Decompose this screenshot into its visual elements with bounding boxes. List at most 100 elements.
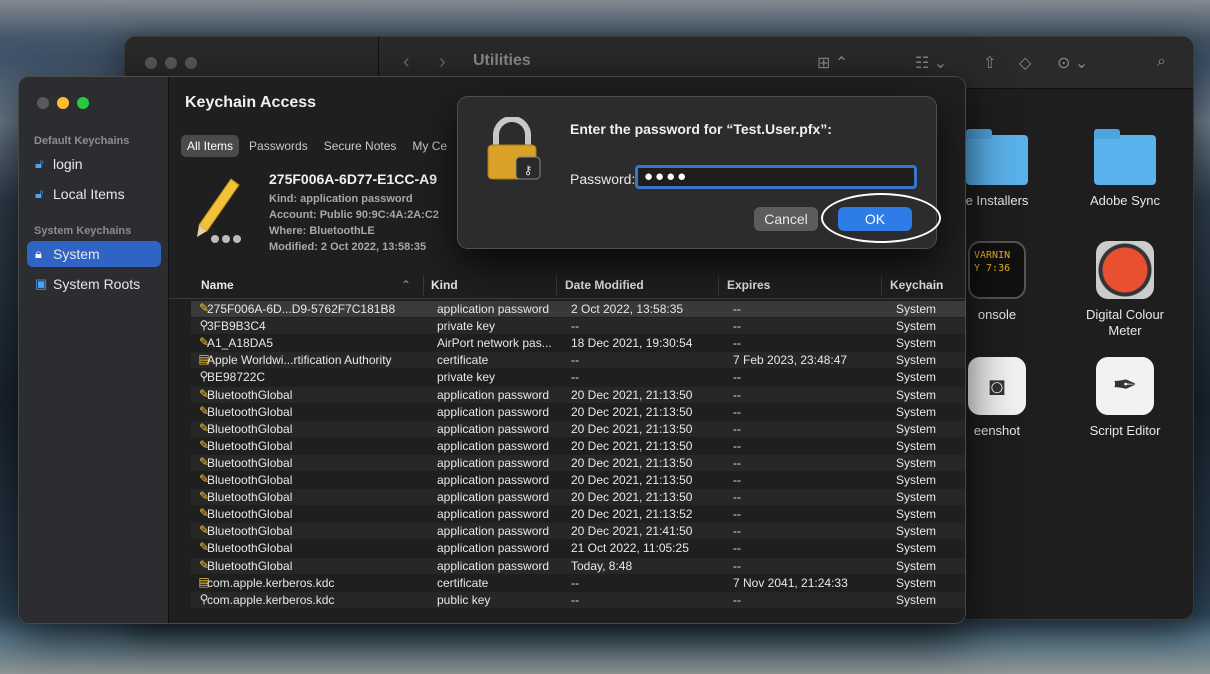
cell-keychain: System bbox=[896, 490, 937, 505]
cell-keychain: System bbox=[896, 302, 937, 316]
cell-date: 20 Dec 2021, 21:13:50 bbox=[571, 387, 693, 402]
cell-date: 20 Dec 2021, 21:13:50 bbox=[571, 473, 693, 487]
tab-all-items[interactable]: All Items bbox=[181, 135, 240, 157]
kc-close-button[interactable] bbox=[37, 97, 49, 109]
cell-kind: application password bbox=[437, 455, 550, 470]
tab-secure-notes[interactable]: Secure Notes bbox=[318, 135, 403, 157]
cell-name: BluetoothGlobal bbox=[207, 404, 293, 419]
cell-kind: public key bbox=[437, 592, 491, 607]
search-icon[interactable]: ⌕ bbox=[1157, 53, 1166, 71]
table-row[interactable]: ▤ Apple Worldwi...rtification Authority ce… bbox=[191, 352, 965, 369]
app-script-editor[interactable]: ✒ Script Editor bbox=[1065, 357, 1185, 439]
table-row[interactable]: ✎ BluetoothGlobal application password 20 D… bbox=[191, 420, 965, 437]
folder-icon bbox=[966, 129, 1028, 185]
finder-title: Utilities bbox=[473, 52, 531, 69]
cell-expires: -- bbox=[733, 490, 741, 505]
table-row[interactable]: ⚲ 3FB9B3C4 private key -- -- System bbox=[191, 318, 965, 335]
system-keychains-header: System Keychains bbox=[34, 225, 132, 237]
finder-zoom-button[interactable] bbox=[185, 57, 197, 69]
table-row[interactable]: ✎ A1_A18DA5 AirPort network pas... 18 Dec 2… bbox=[191, 335, 965, 351]
folder-icon bbox=[1094, 129, 1156, 185]
tab-passwords[interactable]: Passwords bbox=[243, 135, 314, 157]
table-row[interactable]: ✎ BluetoothGlobal application password 20 D… bbox=[191, 489, 965, 506]
sidebar-item-local-items[interactable]: 🔓︎ Local Items bbox=[27, 181, 161, 207]
column-divider[interactable] bbox=[423, 275, 424, 295]
table-row[interactable]: ⚲ BE98722C private key -- -- System bbox=[191, 369, 965, 385]
script-editor-icon: ✒ bbox=[1096, 357, 1154, 415]
column-keychain[interactable]: Keychain bbox=[890, 278, 943, 292]
console-icon: VARNIN Y 7:36 bbox=[968, 241, 1026, 299]
column-name[interactable]: Name bbox=[201, 278, 234, 292]
column-kind[interactable]: Kind bbox=[431, 278, 458, 292]
cell-date: -- bbox=[571, 575, 579, 590]
lock-icon: 🔒︎ bbox=[35, 246, 42, 261]
app-digital-colour-meter[interactable]: Digital Colour Meter bbox=[1065, 241, 1185, 339]
cell-kind: application password bbox=[437, 524, 550, 539]
cell-date: -- bbox=[571, 353, 579, 368]
table-row[interactable]: ✎ BluetoothGlobal application password Toda… bbox=[191, 557, 965, 574]
cell-kind: certificate bbox=[437, 353, 489, 368]
cabinet-icon: ▣ bbox=[35, 276, 48, 291]
app-adobe-sync[interactable]: Adobe Sync bbox=[1065, 129, 1185, 209]
group-icon[interactable]: ☷ ⌄ bbox=[915, 53, 947, 73]
cell-name: BluetoothGlobal bbox=[207, 473, 293, 487]
share-icon[interactable]: ⇧ bbox=[983, 53, 996, 73]
ok-highlight-annotation bbox=[821, 193, 941, 243]
table-row[interactable]: ✎ 275F006A-6D...D9-5762F7C181B8 applicatio… bbox=[191, 301, 965, 317]
sort-chevron-icon[interactable]: ⌃ bbox=[401, 278, 411, 292]
cell-name: BluetoothGlobal bbox=[207, 490, 293, 505]
column-date-modified[interactable]: Date Modified bbox=[565, 278, 644, 292]
cell-kind: application password bbox=[437, 404, 550, 419]
view-grid-icon[interactable]: ⊞ ⌃ bbox=[817, 53, 848, 73]
tab-my-certificates[interactable]: My Ce bbox=[406, 135, 453, 157]
column-divider[interactable] bbox=[556, 275, 557, 295]
cell-date: 20 Dec 2021, 21:41:50 bbox=[571, 524, 693, 539]
sidebar-item-system-roots[interactable]: ▣ System Roots bbox=[27, 271, 161, 297]
cell-kind: application password bbox=[437, 421, 550, 436]
cell-keychain: System bbox=[896, 336, 937, 351]
table-row[interactable]: ✎ BluetoothGlobal application password 20 D… bbox=[191, 523, 965, 540]
more-actions-icon[interactable]: ⊙ ⌄ bbox=[1057, 53, 1088, 73]
cell-kind: application password bbox=[437, 438, 550, 453]
column-divider[interactable] bbox=[881, 275, 882, 295]
cell-kind: application password bbox=[437, 387, 550, 402]
table-row[interactable]: ✎ BluetoothGlobal application password 20 D… bbox=[191, 506, 965, 522]
category-tabs: All Items Passwords Secure Notes My Ce bbox=[181, 135, 453, 157]
table-row[interactable]: ✎ BluetoothGlobal application password 20 D… bbox=[191, 472, 965, 488]
finder-minimize-button[interactable] bbox=[165, 57, 177, 69]
detail-account: Account: Public 90:9C:4A:2A:C2 bbox=[269, 209, 439, 221]
back-chevron-icon[interactable]: ‹ bbox=[403, 51, 410, 74]
detail-item-name: 275F006A-6D77-E1CC-A9 bbox=[269, 171, 438, 187]
tag-icon[interactable]: ◇ bbox=[1019, 53, 1031, 73]
table-row[interactable]: ✎ BluetoothGlobal application password 21 O… bbox=[191, 540, 965, 556]
forward-chevron-icon[interactable]: › bbox=[439, 51, 446, 74]
table-row[interactable]: ✎ BluetoothGlobal application password 20 D… bbox=[191, 404, 965, 420]
table-row[interactable]: ✎ BluetoothGlobal application password 20 D… bbox=[191, 438, 965, 454]
cell-keychain: System bbox=[896, 404, 937, 419]
table-row[interactable]: ▤ com.apple.kerberos.kdc certificate -- 7 No… bbox=[191, 575, 965, 591]
kc-minimize-button[interactable] bbox=[57, 97, 69, 109]
password-field[interactable]: ●●●● bbox=[635, 165, 917, 189]
cell-name: 275F006A-6D...D9-5762F7C181B8 bbox=[207, 302, 396, 316]
table-row[interactable]: ✎ BluetoothGlobal application password 20 D… bbox=[191, 386, 965, 403]
column-divider[interactable] bbox=[718, 275, 719, 295]
items-table[interactable]: ✎ 275F006A-6D...D9-5762F7C181B8 applicatio… bbox=[169, 301, 965, 623]
app-label: Script Editor bbox=[1089, 423, 1161, 438]
cell-date: 20 Dec 2021, 21:13:50 bbox=[571, 404, 693, 419]
cell-name: BluetoothGlobal bbox=[207, 421, 293, 436]
sidebar-item-login[interactable]: 🔓︎ login bbox=[27, 151, 161, 177]
cell-date: -- bbox=[571, 370, 579, 385]
kc-zoom-button[interactable] bbox=[77, 97, 89, 109]
table-row[interactable]: ⚲ com.apple.kerberos.kdc public key -- -- Sys… bbox=[191, 591, 965, 608]
cell-name: Apple Worldwi...rtification Authority bbox=[207, 353, 392, 368]
sidebar-item-label: login bbox=[53, 156, 83, 172]
table-row[interactable]: ✎ BluetoothGlobal application password 20 D… bbox=[191, 454, 965, 471]
finder-close-button[interactable] bbox=[145, 57, 157, 69]
column-expires[interactable]: Expires bbox=[727, 278, 770, 292]
cell-name: BluetoothGlobal bbox=[207, 507, 293, 522]
sidebar-item-system[interactable]: 🔒︎ System bbox=[27, 241, 161, 267]
cell-keychain: System bbox=[896, 370, 937, 385]
cell-keychain: System bbox=[896, 575, 937, 590]
cancel-button[interactable]: Cancel bbox=[754, 207, 818, 231]
cell-expires: -- bbox=[733, 319, 741, 334]
